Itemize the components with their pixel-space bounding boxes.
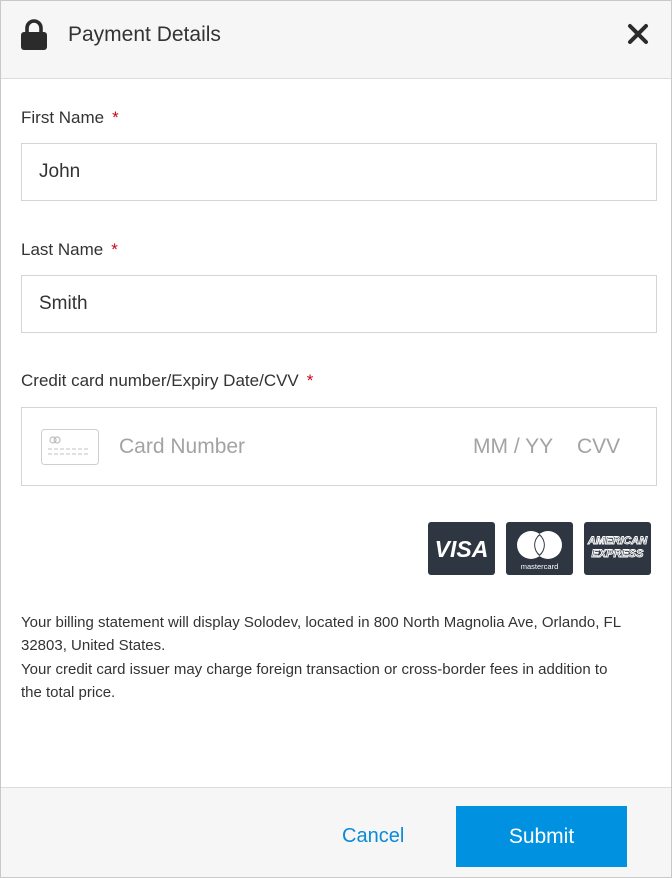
amex-logo: AMERICAN EXPRESS	[584, 522, 651, 575]
mastercard-logo: mastercard	[506, 522, 573, 575]
visa-logo: VISA	[428, 522, 495, 575]
last-name-label: Last Name *	[21, 240, 118, 260]
last-name-input[interactable]	[21, 275, 657, 333]
card-cvv-input[interactable]: CVV	[577, 435, 620, 459]
card-label: Credit card number/Expiry Date/CVV *	[21, 371, 313, 391]
card-number-input[interactable]: Card Number	[119, 435, 245, 459]
credit-card-icon	[41, 429, 99, 465]
required-asterisk: *	[306, 371, 314, 390]
billing-note: Your billing statement will display Solo…	[21, 614, 621, 654]
required-asterisk: *	[111, 240, 118, 259]
dialog-footer: Cancel Submit	[1, 787, 671, 877]
first-name-label: First Name *	[21, 108, 119, 128]
dialog-title: Payment Details	[68, 23, 221, 46]
card-input-group: Card Number MM / YY CVV	[21, 407, 657, 486]
fees-note: Your credit card issuer may charge forei…	[21, 661, 608, 701]
visa-text: VISA	[435, 536, 489, 562]
card-expiry-input[interactable]: MM / YY	[473, 435, 553, 459]
dialog-header: Payment Details	[1, 1, 671, 79]
cancel-button[interactable]: Cancel	[342, 825, 404, 848]
required-asterisk: *	[112, 108, 119, 127]
lock-icon	[21, 19, 47, 50]
first-name-label-text: First Name	[21, 108, 105, 127]
card-label-text: Credit card number/Expiry Date/CVV	[21, 371, 299, 390]
payment-dialog: Payment Details First Name * Last Name * C…	[0, 0, 672, 878]
mastercard-text: mastercard	[521, 562, 559, 571]
amex-text-line1: AMERICAN	[587, 535, 648, 547]
close-icon[interactable]	[625, 21, 651, 47]
first-name-input[interactable]	[21, 143, 657, 201]
amex-text-line2: EXPRESS	[592, 548, 645, 560]
last-name-label-text: Last Name	[21, 240, 104, 259]
submit-button[interactable]: Submit	[456, 806, 627, 867]
